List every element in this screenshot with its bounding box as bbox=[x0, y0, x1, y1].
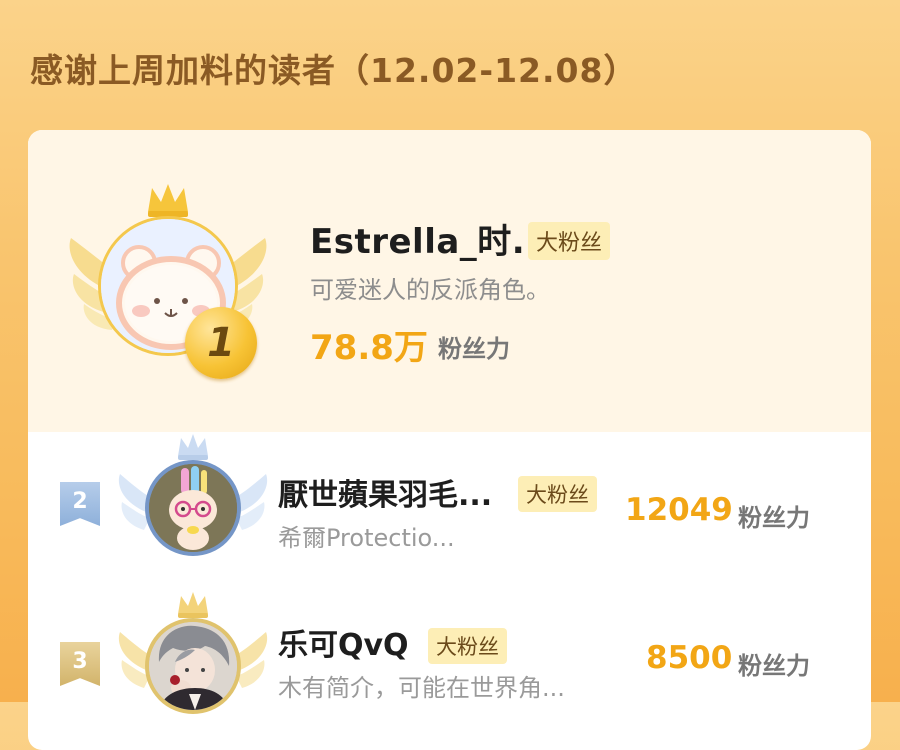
fan-tag: 大粉丝 bbox=[518, 476, 597, 512]
fan-unit: 粉丝力 bbox=[738, 652, 810, 680]
leaderboard-panel: 1 Estrella_时... 大粉丝 可爱迷人的反派角色。 78.8万 粉丝力… bbox=[28, 130, 871, 750]
fan-name[interactable]: 乐可QvQ bbox=[278, 620, 409, 664]
rank-1-coin-icon: 1 bbox=[185, 307, 257, 379]
fan-unit: 粉丝力 bbox=[738, 504, 810, 532]
top-fan-description: 可爱迷人的反派角色。 bbox=[310, 276, 550, 304]
top-fan-name[interactable]: Estrella_时... bbox=[310, 214, 552, 263]
top-fan-value: 78.8万 bbox=[310, 328, 428, 368]
fan-description: 希爾Protectio... bbox=[278, 524, 455, 552]
grey-haired-character-avatar[interactable] bbox=[145, 618, 241, 714]
top-fan-tag: 大粉丝 bbox=[528, 222, 611, 260]
leaderboard-row-3[interactable]: 3 乐可QvQ 大粉丝 木有简介，可能在世界角... 8500 粉丝力 bbox=[28, 592, 871, 732]
rank-2-flag-icon: 2 bbox=[60, 482, 100, 526]
silver-winged-crown-badge-icon bbox=[118, 434, 268, 574]
top-fan-card[interactable]: 1 Estrella_时... 大粉丝 可爱迷人的反派角色。 78.8万 粉丝力 bbox=[28, 130, 871, 432]
fan-value: 8500 bbox=[646, 640, 733, 676]
fan-description: 木有简介，可能在世界角... bbox=[278, 674, 565, 702]
page-title: 感谢上周加料的读者（12.02-12.08） bbox=[30, 51, 638, 90]
fan-tag: 大粉丝 bbox=[428, 628, 507, 664]
gold-winged-crown-badge-icon: 1 bbox=[68, 180, 278, 380]
gold-winged-crown-badge-icon bbox=[118, 592, 268, 732]
fan-name[interactable]: 厭世蘋果羽毛... bbox=[278, 470, 492, 514]
leaderboard-row-2[interactable]: 2 厭世蘋果羽毛... 大粉丝 希爾Protectio... 12049 粉丝力 bbox=[28, 432, 871, 572]
fan-value: 12049 bbox=[625, 492, 733, 528]
rabbit-with-glasses-avatar[interactable] bbox=[145, 460, 241, 556]
rank-3-flag-icon: 3 bbox=[60, 642, 100, 686]
top-fan-unit: 粉丝力 bbox=[438, 335, 510, 363]
